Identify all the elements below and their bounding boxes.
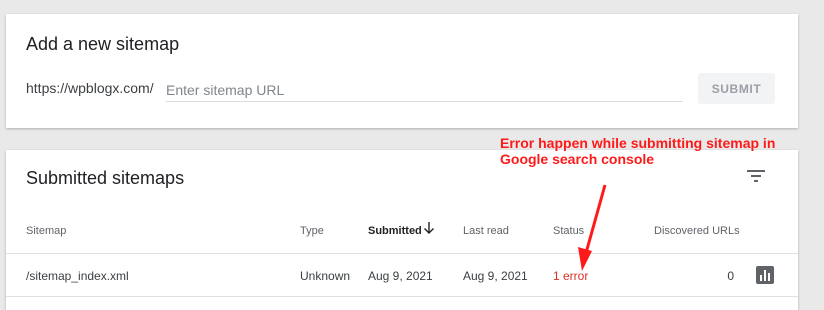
sitemap-url-input[interactable] [166, 79, 683, 102]
table-divider [6, 253, 798, 254]
column-header-type[interactable]: Type [300, 225, 324, 237]
last-read-cell: Aug 9, 2021 [463, 269, 528, 283]
column-header-sitemap[interactable]: Sitemap [26, 225, 66, 237]
bar-chart-icon[interactable] [756, 266, 774, 284]
arrow-down-icon[interactable] [422, 221, 436, 235]
annotation-arrow-icon [578, 184, 607, 271]
add-sitemap-card: Add a new sitemap https://wpblogx.com/ S… [6, 14, 798, 128]
type-cell: Unknown [300, 269, 351, 283]
error-annotation: Error happen while submitting sitemap in… [500, 135, 775, 167]
add-sitemap-title: Add a new sitemap [26, 34, 180, 54]
submit-button[interactable]: SUBMIT [698, 73, 775, 104]
table-divider [6, 296, 798, 297]
filter-icon[interactable] [744, 164, 768, 188]
column-header-discovered-urls[interactable]: Discovered URLs [654, 225, 740, 237]
column-header-last-read[interactable]: Last read [463, 225, 509, 237]
annotation-line-2: Google search console [500, 151, 655, 167]
url-prefix: https://wpblogx.com/ [26, 80, 154, 96]
column-header-submitted[interactable]: Submitted [368, 225, 422, 237]
submitted-sitemaps-card: Submitted sitemaps Sitemap Type Submitte… [6, 150, 798, 310]
discovered-urls-cell: 0 [727, 269, 734, 283]
submitted-cell: Aug 9, 2021 [368, 269, 433, 283]
annotation-line-1: Error happen while submitting sitemap in [500, 135, 776, 151]
submitted-sitemaps-title: Submitted sitemaps [26, 168, 185, 188]
sitemap-cell: /sitemap_index.xml [26, 269, 129, 283]
